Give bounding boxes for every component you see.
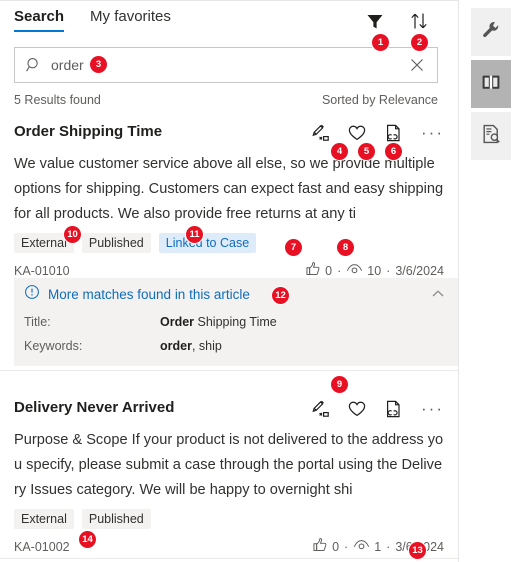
likes-count: 0 <box>325 263 333 278</box>
annotation-badge-1: 1 <box>372 34 389 51</box>
likes-count: 0 <box>332 539 340 554</box>
results-count: 5 Results found <box>14 93 101 107</box>
article-2-tags: External Published <box>14 509 444 529</box>
annotation-badge-10: 10 <box>64 226 81 243</box>
match-label-title: Title: <box>24 315 51 329</box>
stat-separator-2: · <box>386 539 391 554</box>
rail-button-tools[interactable] <box>471 8 511 56</box>
link-article-icon[interactable] <box>311 123 331 143</box>
article-1-header: Order Shipping Time ··· <box>14 122 444 143</box>
annotation-badge-3: 3 <box>90 56 107 73</box>
article-2-title[interactable]: Delivery Never Arrived <box>14 398 174 418</box>
eye-view-icon <box>353 537 370 556</box>
rail-button-document-search[interactable] <box>471 112 511 160</box>
tab-my-favorites-label: My favorites <box>90 8 171 25</box>
annotation-badge-11: 11 <box>186 226 203 243</box>
annotation-badge-6: 6 <box>385 143 402 160</box>
more-matches-header[interactable]: More matches found in this article <box>14 278 458 310</box>
thumbs-up-icon <box>312 537 328 556</box>
tag-external: External <box>14 509 74 529</box>
tab-my-favorites[interactable]: My favorites <box>90 8 171 32</box>
annotation-badge-4: 4 <box>331 143 348 160</box>
favorite-heart-icon[interactable] <box>347 399 367 419</box>
results-meta: 5 Results found Sorted by Relevance <box>14 93 438 107</box>
search-input[interactable]: order <box>14 47 438 83</box>
article-2-id: KA-01002 <box>14 539 70 554</box>
tab-search[interactable]: Search <box>14 8 65 32</box>
annotation-badge-8: 8 <box>337 239 354 256</box>
more-matches-title: More matches found in this article <box>48 286 250 302</box>
link-article-icon[interactable] <box>311 399 331 419</box>
article-1-snippet: We value customer service above all else… <box>14 156 444 222</box>
annotation-badge-13: 13 <box>409 542 426 559</box>
match-value-title: Order Shipping Time <box>160 315 277 329</box>
knowledge-search-app: Search My favorites order 5 Results foun… <box>0 0 512 562</box>
match-row-keywords: Keywords: order, ship <box>14 334 458 358</box>
top-divider <box>0 0 458 1</box>
header-action-bar <box>364 10 430 32</box>
sort-order-label[interactable]: Sorted by Relevance <box>322 93 438 107</box>
document-search-icon <box>480 123 502 150</box>
search-panel: Search My favorites order 5 Results foun… <box>0 0 458 562</box>
article-1-actions: ··· <box>311 122 444 143</box>
match-highlight-title: Order <box>160 315 195 329</box>
close-icon[interactable] <box>409 57 425 73</box>
card-divider-2 <box>0 558 458 559</box>
article-2-actions: ··· <box>311 398 444 419</box>
annotation-badge-9: 9 <box>331 376 348 393</box>
annotation-badge-5: 5 <box>358 143 375 160</box>
more-options-icon[interactable]: ··· <box>419 400 444 417</box>
views-count: 1 <box>374 539 382 554</box>
favorite-heart-icon[interactable] <box>347 123 367 143</box>
chevron-up-icon[interactable] <box>430 286 446 302</box>
copy-link-icon[interactable] <box>383 123 403 143</box>
right-rail <box>458 0 512 562</box>
annotation-badge-7: 7 <box>285 239 302 256</box>
match-label-keywords: Keywords: <box>24 339 83 353</box>
article-1-title[interactable]: Order Shipping Time <box>14 122 162 142</box>
tag-linked-to-case[interactable]: Linked to Case <box>158 233 257 253</box>
annotation-badge-2: 2 <box>411 34 428 51</box>
tag-published: Published <box>81 509 151 529</box>
tag-published: Published <box>81 233 151 253</box>
match-row-title: Title: Order Shipping Time <box>14 310 458 334</box>
match-highlight-keywords: order <box>160 339 192 353</box>
views-count: 10 <box>367 263 382 278</box>
sort-ascending-descending-icon[interactable] <box>408 10 430 32</box>
tab-search-label: Search <box>14 8 65 25</box>
rail-button-knowledge[interactable] <box>471 60 511 108</box>
annotation-badge-12: 12 <box>272 287 289 304</box>
article-card-2: Delivery Never Arrived ··· Purpose & Sco… <box>0 398 458 556</box>
stat-separator-1: · <box>337 263 342 278</box>
card-divider-1 <box>0 370 458 371</box>
likes-stat[interactable]: 0 <box>312 537 339 556</box>
tab-bar: Search My favorites <box>14 8 171 32</box>
article-1-id: KA-01010 <box>14 263 70 278</box>
article-2-header: Delivery Never Arrived ··· <box>14 398 444 419</box>
search-icon <box>25 56 43 74</box>
views-stat: 1 <box>353 537 381 556</box>
info-circle-icon <box>24 284 40 305</box>
stat-separator-1: · <box>344 539 349 554</box>
article-2-snippet: Purpose & Scope If your product is not d… <box>14 432 444 498</box>
stat-separator-2: · <box>386 263 391 278</box>
copy-link-icon[interactable] <box>383 399 403 419</box>
wrench-tools-icon <box>480 19 502 46</box>
match-value-keywords: order, ship <box>160 339 222 353</box>
filter-icon[interactable] <box>364 10 386 32</box>
article-1-date: 3/6/2024 <box>395 263 444 278</box>
more-matches-panel: More matches found in this article Title… <box>14 278 458 366</box>
more-options-icon[interactable]: ··· <box>419 124 444 141</box>
annotation-badge-14: 14 <box>79 531 96 548</box>
match-rest-keywords: , ship <box>191 339 222 353</box>
match-rest-title: Shipping Time <box>194 315 277 329</box>
knowledge-book-icon <box>480 71 502 98</box>
